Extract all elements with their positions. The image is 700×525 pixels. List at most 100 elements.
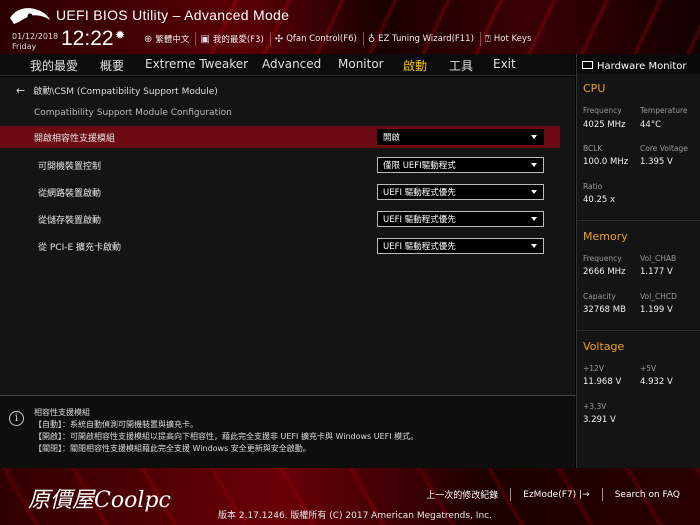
date-text: 01/12/2018 — [12, 32, 59, 41]
cpu-frequency-label: Frequency — [583, 106, 622, 115]
v12-label: +12V — [583, 364, 604, 373]
ezmode-label: EzMode(F7) — [523, 489, 577, 500]
day-text: Friday — [12, 42, 37, 51]
setting-row-network-boot[interactable]: 從網路裝置啟動 UEFI 驅動程式優先 — [0, 181, 560, 203]
section-divider — [577, 220, 700, 221]
breadcrumb[interactable]: ← 啟動\CSM (Compatibility Support Module) — [16, 84, 218, 97]
v33-label: +3.3V — [583, 402, 607, 411]
setting-label: 從網路裝置啟動 — [38, 189, 102, 199]
select-value: 開啟 — [383, 133, 401, 143]
csm-select[interactable]: 開啟 — [377, 129, 544, 145]
tab-extreme-tweaker[interactable]: Extreme Tweaker — [145, 57, 248, 71]
v33-value: 3.291 V — [583, 415, 616, 425]
date-display: 01/12/2018 Friday — [12, 32, 58, 52]
tab-exit[interactable]: Exit — [493, 57, 516, 71]
last-modified-button[interactable]: 上一次的修改紀錄 — [414, 488, 510, 501]
v5-value: 4.932 V — [640, 377, 673, 387]
help-panel: i 相容性支援模組 【自動】：系統自動偵測可開機裝置與擴充卡。 【開啟】：可開啟… — [0, 395, 575, 468]
tab-tool[interactable]: 工具 — [449, 57, 473, 74]
breadcrumb-text: 啟動\CSM (Compatibility Support Module) — [33, 87, 218, 97]
tab-advanced[interactable]: Advanced — [262, 57, 321, 71]
help-line: 【開啟】：可開啟相容性支援模組以提高向下相容性，藉此完全支援非 UEFI 擴充卡… — [34, 432, 419, 441]
help-line: 相容性支援模組 — [34, 408, 90, 417]
setting-label: 從儲存裝置啟動 — [38, 216, 102, 226]
qfan-label: Qfan Control(F6) — [286, 34, 357, 44]
qfan-control-button[interactable]: ✣ Qfan Control(F6) — [269, 32, 361, 46]
header-bar: UEFI BIOS Utility – Advanced Mode 01/12/… — [0, 0, 700, 54]
tab-overview[interactable]: 概要 — [100, 57, 124, 74]
ez-tuning-button[interactable]: ♁ EZ Tuning Wizard(F11) — [362, 32, 478, 46]
help-line: 【自動】：系統自動偵測可開機裝置與擴充卡。 — [34, 420, 198, 429]
tab-favorites[interactable]: 我的最愛 — [30, 57, 78, 74]
hot-keys-button[interactable]: ⍰ Hot Keys — [479, 32, 535, 46]
memory-heading: Memory — [583, 230, 628, 243]
watermark-logo: 原價屋Coolpc — [28, 488, 171, 513]
select-value: UEFI 驅動程式優先 — [383, 242, 456, 252]
search-faq-button[interactable]: Search on FAQ — [601, 488, 692, 501]
footer-links: 上一次的修改紀錄 EzMode(F7) |→ Search on FAQ — [414, 488, 692, 501]
setting-row-pcie-boot[interactable]: 從 PCI-E 擴充卡啟動 UEFI 驅動程式優先 — [0, 235, 560, 257]
select-value: UEFI 驅動程式優先 — [383, 215, 456, 225]
chevron-down-icon — [531, 135, 537, 139]
select-value: UEFI 驅動程式優先 — [383, 188, 456, 198]
hardware-monitor-label: Hardware Monitor — [597, 60, 687, 72]
storage-boot-select[interactable]: UEFI 驅動程式優先 — [377, 211, 544, 227]
favorites-label: 我的最愛(F3) — [212, 35, 264, 45]
tab-boot[interactable]: 啟動 — [403, 57, 427, 74]
exit-arrow-icon: |→ — [579, 489, 590, 500]
last-modified-label: 上一次的修改紀錄 — [426, 491, 499, 501]
gear-icon[interactable]: ✹ — [115, 28, 125, 42]
setting-label: 可開機裝置控制 — [38, 162, 102, 172]
v12-value: 11.968 V — [583, 377, 622, 387]
favorites-button[interactable]: ▣ 我的最愛(F3) — [195, 32, 267, 46]
setting-row-csm[interactable]: 開啟相容性支援模組 開啟 — [0, 126, 560, 148]
favorites-icon: ▣ — [200, 33, 210, 45]
monitor-icon — [582, 60, 593, 69]
ez-tuning-label: EZ Tuning Wizard(F11) — [378, 34, 474, 44]
language-label: 繁體中文 — [155, 35, 190, 45]
bclk-label: BCLK — [583, 144, 603, 153]
copyright-text: 版本 2.17.1246. 版權所有 (C) 2017 American Meg… — [218, 511, 492, 521]
ratio-value: 40.25 x — [583, 195, 616, 205]
bclk-value: 100.0 MHz — [583, 157, 629, 167]
select-value: 僅限 UEFI驅動程式 — [383, 161, 456, 171]
section-title: Compatibility Support Module Configurati… — [34, 108, 232, 118]
vol-chab-label: Vol_CHAB — [640, 254, 677, 263]
rog-logo-icon — [10, 8, 50, 24]
cpu-temperature-value: 44°C — [640, 120, 662, 130]
ezmode-button[interactable]: EzMode(F7) |→ — [510, 488, 601, 501]
search-faq-label: Search on FAQ — [614, 489, 680, 500]
fan-icon: ✣ — [274, 33, 284, 45]
setting-row-storage-boot[interactable]: 從儲存裝置啟動 UEFI 驅動程式優先 — [0, 208, 560, 230]
chevron-down-icon — [531, 244, 537, 248]
chevron-down-icon — [531, 217, 537, 221]
core-voltage-value: 1.395 V — [640, 157, 673, 167]
clock-display: 12:22 — [61, 27, 114, 50]
hardware-monitor-panel: Hardware Monitor CPU Frequency Temperatu… — [576, 54, 700, 468]
chevron-down-icon — [531, 190, 537, 194]
globe-icon: ⊕ — [144, 33, 153, 45]
setting-label: 開啟相容性支援模組 — [34, 134, 116, 144]
bulb-icon: ♁ — [367, 33, 376, 45]
tab-monitor[interactable]: Monitor — [338, 57, 384, 71]
setting-row-boot-device-control[interactable]: 可開機裝置控制 僅限 UEFI驅動程式 — [0, 154, 560, 176]
info-icon: i — [9, 411, 24, 426]
chevron-down-icon — [531, 163, 537, 167]
network-boot-select[interactable]: UEFI 驅動程式優先 — [377, 184, 544, 200]
cpu-temperature-label: Temperature — [640, 106, 688, 115]
boot-device-control-select[interactable]: 僅限 UEFI驅動程式 — [377, 157, 544, 173]
v5-label: +5V — [640, 364, 657, 373]
app-title: UEFI BIOS Utility – Advanced Mode — [56, 7, 290, 23]
hot-keys-label: Hot Keys — [493, 34, 532, 44]
help-line: 【關閉】：關閉相容性支援模組藉此完全支援 Windows 安全更新與安全啟動。 — [34, 444, 311, 453]
cpu-heading: CPU — [583, 82, 606, 95]
cpu-frequency-value: 4025 MHz — [583, 120, 626, 130]
header-toolbar: ⊕ 繁體中文 ▣ 我的最愛(F3) ✣ Qfan Control(F6) ♁ E… — [140, 31, 537, 47]
language-button[interactable]: ⊕ 繁體中文 — [140, 32, 193, 46]
pcie-boot-select[interactable]: UEFI 驅動程式優先 — [377, 238, 544, 254]
help-icon: ⍰ — [484, 33, 491, 45]
capacity-label: Capacity — [583, 292, 616, 301]
vol-chcd-label: Vol_CHCD — [640, 292, 677, 301]
hardware-monitor-title: Hardware Monitor — [577, 54, 700, 74]
back-arrow-icon[interactable]: ← — [16, 84, 25, 97]
